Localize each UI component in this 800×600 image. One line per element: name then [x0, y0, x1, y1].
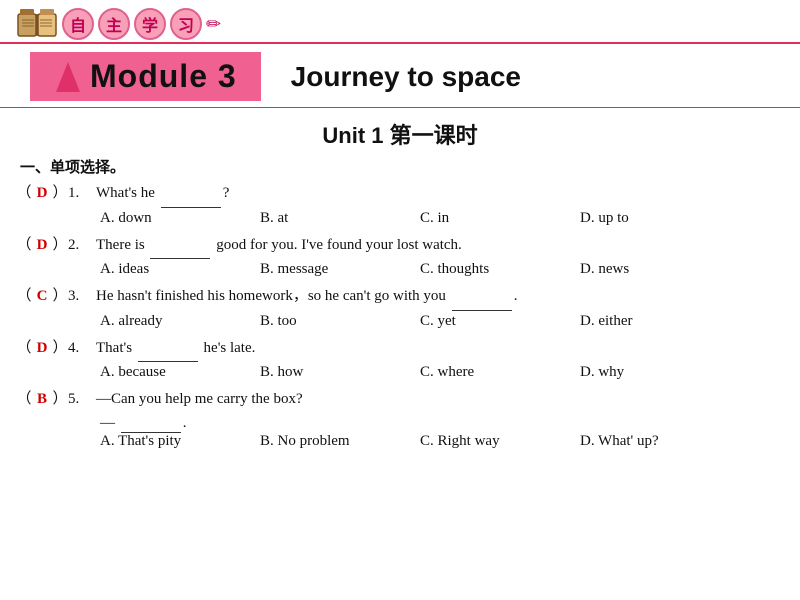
q3-blank — [452, 284, 512, 311]
q5-blank — [121, 415, 181, 433]
question-4: （ D ） 4. That's he's late. — [16, 336, 784, 363]
module-pink-bg: Module 3 — [30, 52, 261, 101]
q2-options: A. ideas B. message C. thoughts D. news — [100, 261, 784, 278]
q2-opt-a: A. ideas — [100, 261, 260, 278]
q5-text: —Can you help me carry the box? — [96, 387, 784, 413]
q4-options: A. because B. how C. where D. why — [100, 364, 784, 381]
q3-close-paren: ） — [52, 284, 68, 310]
q5-num: 5. — [68, 387, 96, 413]
q3-options: A. already B. too C. yet D. either — [100, 313, 784, 330]
q3-answer: C — [32, 284, 52, 310]
q4-opt-a: A. because — [100, 364, 260, 381]
q2-opt-c: C. thoughts — [420, 261, 580, 278]
book-icon — [16, 6, 58, 42]
q5-close-paren: ） — [52, 387, 68, 413]
q1-opt-c: C. in — [420, 210, 580, 227]
q1-opt-b: B. at — [260, 210, 420, 227]
pencil-icon: ✏ — [206, 14, 221, 35]
q3-opt-b: B. too — [260, 313, 420, 330]
q4-text: That's he's late. — [96, 336, 784, 363]
module-row: Module 3 Journey to space — [0, 46, 800, 107]
q4-answer: D — [32, 336, 52, 362]
q1-close-paren: ） — [52, 181, 68, 207]
unit-title: Unit 1 第一课时 — [0, 118, 800, 150]
module-title: Module 3 — [90, 58, 237, 95]
q1-options: A. down B. at C. in D. up to — [100, 210, 784, 227]
question-1: （ D ） 1. What's he ? — [16, 181, 784, 208]
q3-opt-d: D. either — [580, 313, 740, 330]
section-label: 一、单项选择。 — [0, 156, 800, 177]
q3-open-paren: （ — [16, 284, 32, 310]
q2-blank — [150, 233, 210, 260]
q1-open-paren: （ — [16, 181, 32, 207]
q3-opt-a: A. already — [100, 313, 260, 330]
q3-text: He hasn't finished his homework，so he ca… — [96, 284, 784, 311]
q4-blank — [138, 336, 198, 363]
q4-opt-d: D. why — [580, 364, 740, 381]
q5-open-paren: （ — [16, 387, 32, 413]
q3-opt-c: C. yet — [420, 313, 580, 330]
q5-opt-a: A. That's pity — [100, 433, 260, 450]
q4-opt-b: B. how — [260, 364, 420, 381]
q1-text: What's he ? — [96, 181, 784, 208]
q1-answer: D — [32, 181, 52, 207]
q2-open-paren: （ — [16, 233, 32, 259]
question-2: （ D ） 2. There is good for you. I've fou… — [16, 233, 784, 260]
pink-divider-bottom — [0, 107, 800, 108]
q4-num: 4. — [68, 336, 96, 362]
q2-close-paren: ） — [52, 233, 68, 259]
question-5: （ B ） 5. —Can you help me carry the box? — [16, 387, 784, 413]
q4-open-paren: （ — [16, 336, 32, 362]
q5-opt-b: B. No problem — [260, 433, 420, 450]
q2-num: 2. — [68, 233, 96, 259]
zizhu-box: 自 主 学 习 ✏ — [16, 6, 221, 42]
q5-opt-c: C. Right way — [420, 433, 580, 450]
q1-opt-a: A. down — [100, 210, 260, 227]
circles-row: 自 主 学 习 — [62, 8, 202, 40]
q1-blank — [161, 181, 221, 208]
char-zi: 自 — [62, 8, 94, 40]
q1-opt-d: D. up to — [580, 210, 740, 227]
q5-dash-row: — . — [100, 415, 784, 433]
q2-answer: D — [32, 233, 52, 259]
char-xue: 学 — [134, 8, 166, 40]
q2-opt-b: B. message — [260, 261, 420, 278]
q4-close-paren: ） — [52, 336, 68, 362]
q4-opt-c: C. where — [420, 364, 580, 381]
char-zhu: 主 — [98, 8, 130, 40]
top-banner: 自 主 学 习 ✏ — [0, 0, 800, 42]
q5-options: A. That's pity B. No problem C. Right wa… — [100, 433, 784, 450]
q3-num: 3. — [68, 284, 96, 310]
q2-text: There is good for you. I've found your l… — [96, 233, 784, 260]
q5-answer: B — [32, 387, 52, 413]
q2-opt-d: D. news — [580, 261, 740, 278]
char-xi: 习 — [170, 8, 202, 40]
triangle-icon — [54, 60, 82, 94]
pink-divider-top — [0, 42, 800, 44]
questions-container: （ D ） 1. What's he ? A. down B. at C. in… — [0, 181, 800, 450]
question-3: （ C ） 3. He hasn't finished his homework… — [16, 284, 784, 311]
journey-title: Journey to space — [291, 61, 521, 93]
q5-opt-d: D. What' up? — [580, 433, 740, 450]
q1-num: 1. — [68, 181, 96, 207]
